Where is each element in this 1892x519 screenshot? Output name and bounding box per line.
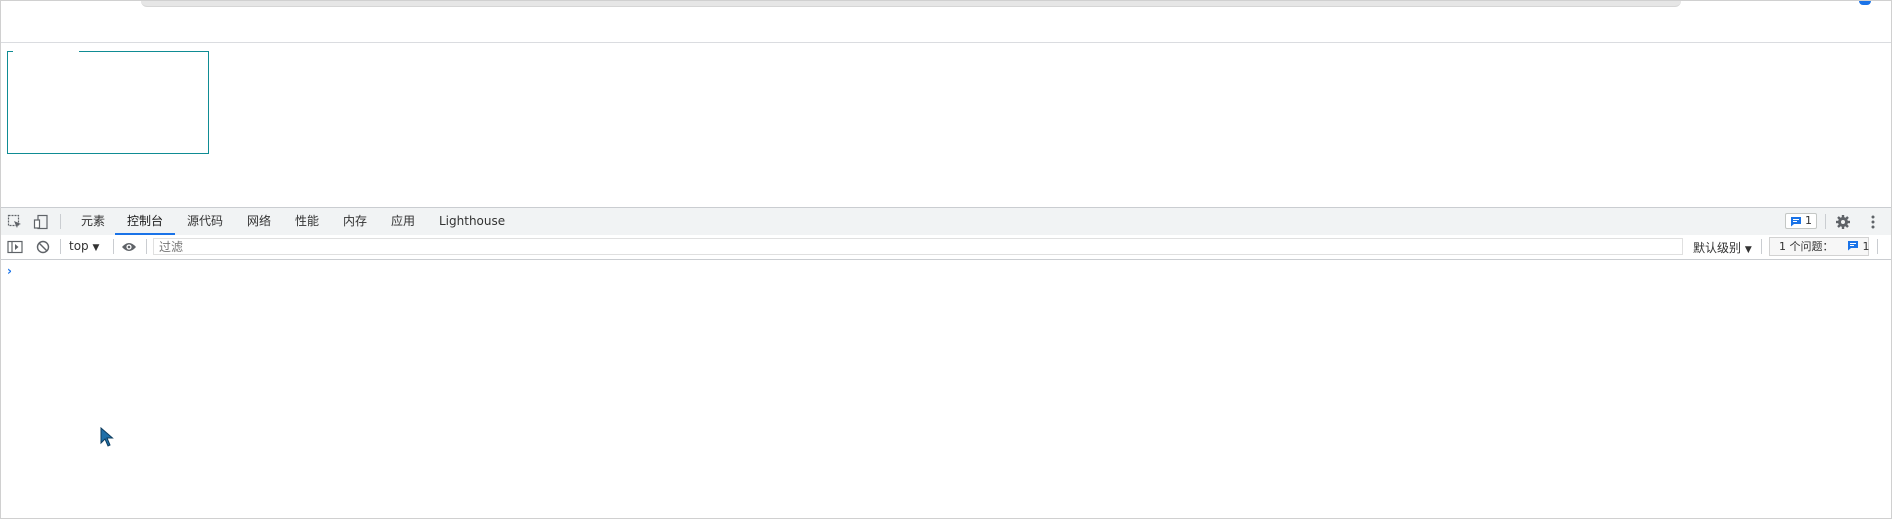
message-icon [1791, 216, 1801, 226]
inspect-element-icon[interactable] [7, 214, 23, 230]
toolbar-separator [60, 214, 61, 229]
issues-count: 1 [1862, 240, 1870, 253]
console-toolbar: top ▼ 默认级别 ▼ 1 个问题： 1 [1, 235, 1891, 260]
tab-network[interactable]: 网络 [245, 208, 273, 235]
address-bar-edge [141, 1, 1681, 7]
tab-elements[interactable]: 元素 [79, 208, 107, 235]
viewport-divider [1, 42, 1891, 43]
tab-lighthouse[interactable]: Lighthouse [437, 208, 507, 235]
issues-badge-count: 1 [1805, 214, 1812, 227]
filter-input[interactable] [153, 238, 1683, 255]
tab-console[interactable]: 控制台 [125, 208, 165, 235]
context-value: top [69, 239, 89, 253]
message-icon [1848, 241, 1858, 251]
more-options-icon[interactable] [1865, 214, 1881, 230]
toolbar-separator [1877, 239, 1878, 254]
dropdown-arrow-icon: ▼ [1744, 245, 1752, 255]
settings-gear-icon[interactable] [1835, 214, 1851, 230]
context-selector[interactable]: top ▼ [69, 239, 99, 253]
clear-console-icon[interactable] [35, 239, 51, 255]
toolbar-separator [146, 239, 147, 254]
devtools-tabbar: 元素 控制台 源代码 网络 性能 内存 应用 Lighthouse 1 [1, 207, 1891, 236]
page-viewport [1, 1, 1891, 207]
tab-sources[interactable]: 源代码 [185, 208, 225, 235]
tab-performance[interactable]: 性能 [293, 208, 321, 235]
toolbar-separator [113, 239, 114, 254]
console-output[interactable]: › [1, 260, 1891, 518]
eye-icon[interactable] [121, 239, 137, 255]
issues-badge[interactable]: 1 [1785, 213, 1817, 229]
element-highlight-box[interactable] [7, 51, 209, 154]
toolbar-separator [1761, 239, 1762, 254]
log-levels-label: 默认级别 [1693, 241, 1742, 255]
mouse-cursor-icon [100, 426, 114, 451]
issues-label: 1 个问题： [1779, 240, 1834, 253]
tab-application[interactable]: 应用 [389, 208, 417, 235]
issues-button[interactable]: 1 个问题： 1 [1769, 237, 1870, 256]
tab-memory[interactable]: 内存 [341, 208, 369, 235]
element-highlight-tab [13, 45, 79, 54]
dropdown-arrow-icon: ▼ [92, 243, 100, 253]
sidebar-toggle-icon[interactable] [7, 239, 23, 255]
toolbar-separator [1825, 214, 1826, 229]
devtools-panel: 元素 控制台 源代码 网络 性能 内存 应用 Lighthouse 1 top … [1, 207, 1891, 518]
toolbar-separator [60, 239, 61, 254]
device-toolbar-icon[interactable] [33, 214, 49, 230]
console-prompt: › [7, 264, 12, 278]
log-levels-dropdown[interactable]: 默认级别 ▼ [1693, 239, 1752, 256]
profile-indicator [1859, 1, 1871, 5]
